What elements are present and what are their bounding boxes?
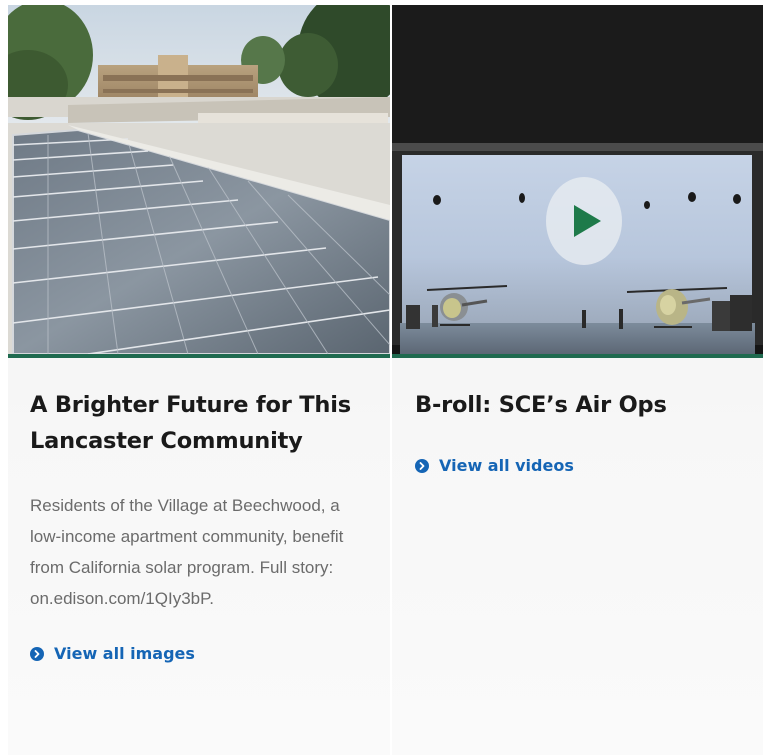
card-title[interactable]: B-roll: SCE’s Air Ops	[415, 387, 755, 423]
view-all-images-link[interactable]: View all images	[30, 644, 195, 663]
card-description: Residents of the Village at Beechwood, a…	[30, 496, 344, 608]
link-label: View all images	[54, 644, 195, 663]
chevron-right-circle-icon	[30, 646, 44, 661]
video-thumbnail[interactable]	[392, 5, 763, 354]
media-gallery: A Brighter Future for This Lancaster Com…	[0, 0, 763, 755]
video-card: B-roll: SCE’s Air Ops View all videos	[392, 5, 763, 755]
image-card: A Brighter Future for This Lancaster Com…	[8, 5, 390, 755]
accent-bar	[392, 354, 763, 358]
play-button[interactable]	[546, 177, 622, 265]
solar-panels-image[interactable]	[8, 5, 390, 354]
play-icon	[574, 205, 601, 237]
link-label: View all videos	[439, 456, 574, 475]
chevron-right-circle-icon	[415, 458, 429, 473]
view-all-videos-link[interactable]: View all videos	[415, 456, 574, 475]
card-title[interactable]: A Brighter Future for This Lancaster Com…	[30, 387, 370, 459]
accent-bar	[8, 354, 390, 358]
